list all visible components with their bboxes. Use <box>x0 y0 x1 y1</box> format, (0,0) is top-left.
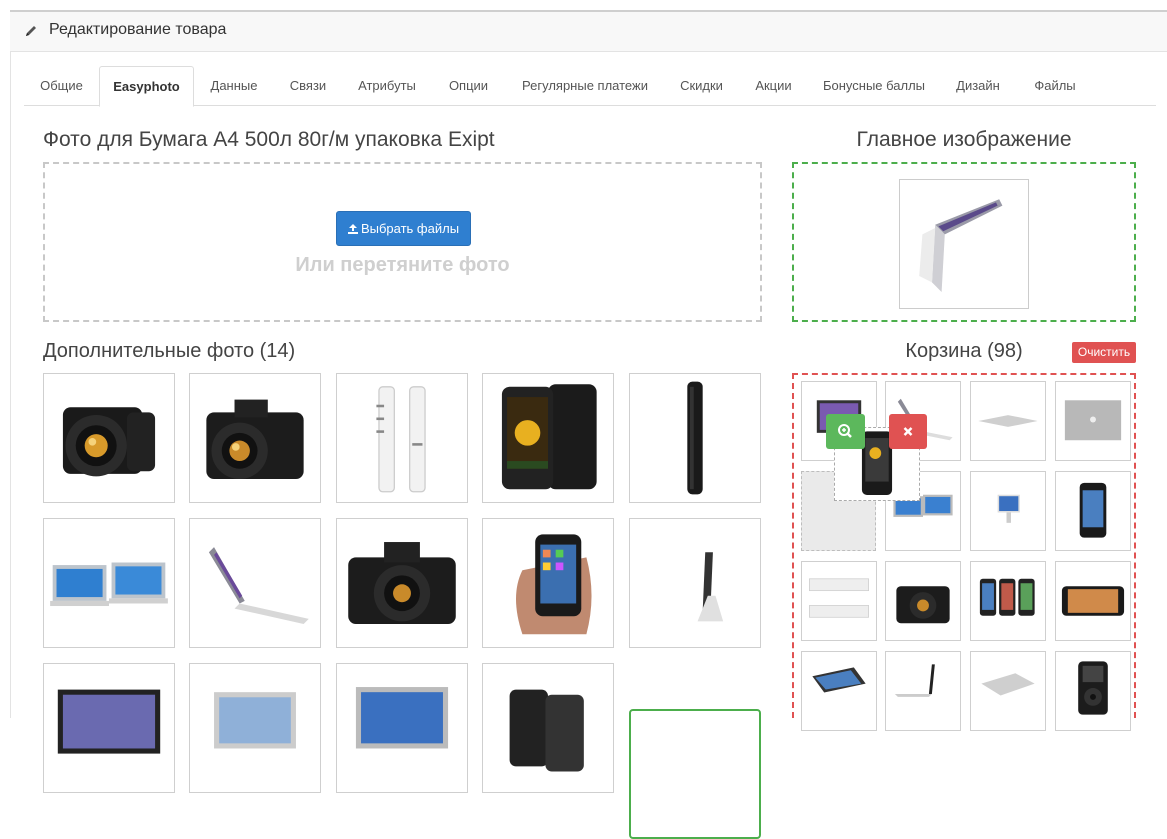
camera-icon <box>896 586 950 624</box>
phone-icon <box>509 689 584 772</box>
extra-photo-thumb[interactable] <box>43 663 175 793</box>
main-image-thumb[interactable] <box>899 179 1029 309</box>
tab-data[interactable]: Данные <box>194 66 274 106</box>
camera-icon <box>206 399 304 479</box>
phone-icon <box>1061 586 1125 616</box>
add-photo-slot[interactable] <box>629 709 761 839</box>
monitor-icon <box>214 692 296 749</box>
tab-options[interactable]: Опции <box>432 66 505 106</box>
upload-title: Фото для Бумага А4 500л 80г/м упаковка E… <box>43 128 495 151</box>
pencil-icon <box>26 26 36 36</box>
camera-icon <box>62 407 156 477</box>
main-image-title: Главное изображение <box>856 128 1072 151</box>
choose-files-label: Выбрать файлы <box>360 221 460 236</box>
laptop-icon <box>1064 400 1122 441</box>
trash-photo-thumb[interactable] <box>970 381 1046 461</box>
monitor-icon <box>697 552 724 622</box>
laptop-icon <box>50 562 168 607</box>
extra-photo-thumb[interactable] <box>189 373 321 503</box>
trash-photo-thumb[interactable] <box>970 561 1046 641</box>
extra-photo-thumb[interactable] <box>629 518 761 648</box>
trash-photo-thumb[interactable] <box>801 651 877 731</box>
tab-easyphoto[interactable]: Easyphoto <box>99 66 194 107</box>
tab-files[interactable]: Файлы <box>1017 66 1093 106</box>
trash-photo-thumb[interactable] <box>885 561 961 641</box>
laptop-icon <box>809 578 869 618</box>
extra-photo-thumb[interactable] <box>629 373 761 503</box>
main-image-dropzone[interactable] <box>792 162 1136 322</box>
tab-discounts[interactable]: Скидки <box>665 66 738 106</box>
trash-photo-thumb[interactable] <box>970 651 1046 731</box>
extra-photo-thumb[interactable] <box>189 518 321 648</box>
tab-attributes[interactable]: Атрибуты <box>342 66 432 106</box>
phone-side-icon <box>812 667 866 693</box>
extra-photo-thumb[interactable] <box>189 663 321 793</box>
drop-hint: Или перетяните фото <box>295 254 510 276</box>
ipod-icon <box>1078 661 1108 715</box>
laptop-icon <box>978 415 1038 427</box>
delete-photo-button[interactable] <box>889 414 927 449</box>
upload-icon <box>347 224 358 234</box>
extra-photos-title: Дополнительные фото (14) <box>43 340 296 362</box>
trash-photo-thumb[interactable] <box>801 561 877 641</box>
extra-photo-thumb[interactable] <box>43 373 175 503</box>
choose-files-button[interactable]: Выбрать файлы <box>336 211 471 246</box>
tab-reward-points[interactable]: Бонусные баллы <box>809 66 939 106</box>
trash-photo-thumb[interactable] <box>1055 651 1131 731</box>
panel-header: Редактирование товара <box>10 12 1167 52</box>
tab-general[interactable]: Общие <box>24 66 99 106</box>
phone-side-icon <box>376 386 426 493</box>
phone-icon <box>1079 482 1107 538</box>
extra-photo-thumb[interactable] <box>482 663 614 793</box>
laptop-open-icon <box>208 547 309 624</box>
tab-bar: Общие Easyphoto Данные Связи Атрибуты Оп… <box>24 66 1156 107</box>
trash-photo-thumb[interactable] <box>1055 561 1131 641</box>
tab-specials[interactable]: Акции <box>738 66 809 106</box>
extra-photo-thumb[interactable] <box>336 373 468 503</box>
phone-icon <box>979 578 1035 616</box>
laptop-icon <box>57 689 161 754</box>
extra-photo-thumb[interactable] <box>43 518 175 648</box>
laptop-open-icon <box>894 664 935 697</box>
phone-icon <box>501 384 597 490</box>
laptop-icon <box>355 687 449 749</box>
monitor-icon <box>997 494 1020 523</box>
camera-icon <box>348 542 456 624</box>
extra-photo-thumb[interactable] <box>482 518 614 648</box>
trash-photo-thumb[interactable] <box>970 471 1046 551</box>
tab-design[interactable]: Дизайн <box>939 66 1017 106</box>
zoom-button[interactable] <box>826 414 865 449</box>
close-icon <box>903 427 913 436</box>
trash-photo-thumb[interactable] <box>885 651 961 731</box>
zoom-in-icon <box>838 424 852 438</box>
laptop-open-icon <box>919 199 1003 292</box>
panel-title: Редактирование товара <box>49 21 227 38</box>
trash-photo-thumb[interactable] <box>1055 471 1131 551</box>
phone-side-icon <box>687 381 703 495</box>
extra-photo-thumb[interactable] <box>336 663 468 793</box>
tab-links[interactable]: Связи <box>274 66 342 106</box>
clear-trash-button[interactable]: Очистить <box>1072 342 1136 363</box>
panel-border <box>10 52 11 718</box>
laptop-icon <box>981 673 1035 696</box>
tab-recurring[interactable]: Регулярные платежи <box>505 66 665 106</box>
trash-photo-thumb[interactable] <box>1055 381 1131 461</box>
upload-dropzone[interactable]: Выбрать файлы Или перетяните фото <box>43 162 762 322</box>
phone-hand-icon <box>516 534 592 635</box>
extra-photo-thumb[interactable] <box>482 373 614 503</box>
extra-photo-thumb[interactable] <box>336 518 468 648</box>
